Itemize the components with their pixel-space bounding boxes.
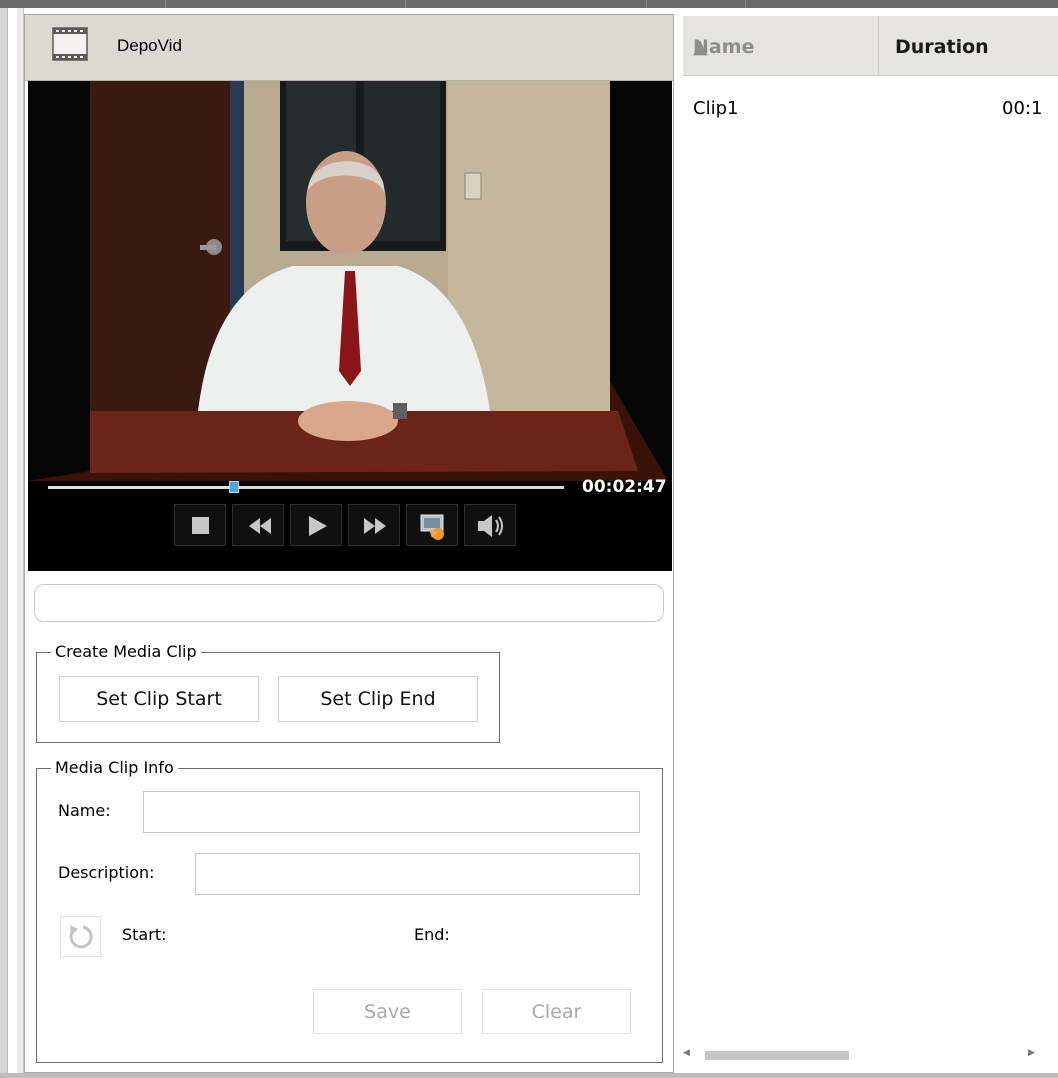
set-clip-end-button[interactable]: Set Clip End (278, 676, 478, 722)
play-button[interactable] (290, 504, 342, 546)
volume-button[interactable] (464, 504, 516, 546)
clear-button[interactable]: Clear (482, 989, 631, 1034)
end-label: End: (414, 925, 450, 944)
clip-name-field[interactable] (143, 791, 640, 833)
current-time: 00:02:47 (582, 477, 667, 497)
window-top-border (0, 0, 1058, 8)
volume-icon (478, 515, 503, 537)
clip-description-field[interactable] (195, 853, 640, 895)
window-bottom-border (0, 1073, 1058, 1078)
description-label: Description: (58, 863, 155, 882)
window-left-splitter[interactable] (17, 8, 24, 1078)
window-left-border (0, 8, 8, 1078)
undo-icon (69, 925, 93, 949)
column-header-duration[interactable]: Duration (879, 16, 1058, 75)
save-button[interactable]: Save (313, 989, 462, 1034)
column-header-duration-label: Duration (895, 36, 989, 58)
clips-grid-header: ▲ Name Duration (683, 16, 1058, 76)
fast-forward-icon (364, 518, 386, 534)
name-label: Name: (58, 801, 111, 820)
snapshot-icon (420, 514, 444, 540)
seek-thumb[interactable] (228, 481, 239, 493)
panel-header: DepoVid (25, 15, 673, 81)
rewind-button[interactable] (232, 504, 284, 546)
app-title: DepoVid (117, 36, 182, 55)
play-icon (309, 516, 327, 536)
create-media-clip-legend: Create Media Clip (55, 642, 197, 661)
fast-forward-button[interactable] (348, 504, 400, 546)
stop-button[interactable] (174, 504, 226, 546)
clip-row-name[interactable]: Clip1 (693, 98, 738, 119)
set-clip-start-button[interactable]: Set Clip Start (59, 676, 259, 722)
column-header-name[interactable]: ▲ Name (683, 16, 879, 75)
seek-progress (48, 486, 234, 489)
start-label: Start: (122, 925, 167, 944)
scroll-left-icon[interactable]: ◀ (683, 1048, 690, 1058)
media-path-field[interactable] (34, 584, 664, 622)
reset-times-button[interactable] (60, 916, 101, 957)
media-player-panel: DepoVid 00:02:47 Create Media Clip Set C… (24, 14, 674, 1073)
horizontal-scroll-thumb[interactable] (705, 1051, 849, 1060)
snapshot-button[interactable] (406, 504, 458, 546)
scroll-right-icon[interactable]: ▶ (1028, 1048, 1035, 1058)
horizontal-scrollbar[interactable] (683, 1044, 1045, 1066)
film-strip-icon (52, 27, 88, 61)
rewind-icon (249, 518, 271, 534)
media-clip-info-legend: Media Clip Info (55, 758, 174, 777)
stop-icon (192, 517, 209, 534)
video-player[interactable]: 00:02:47 (28, 81, 672, 571)
video-frame (28, 81, 672, 481)
clip-row-duration[interactable]: 00:1 (1002, 98, 1042, 119)
column-header-name-label: Name (693, 36, 755, 58)
